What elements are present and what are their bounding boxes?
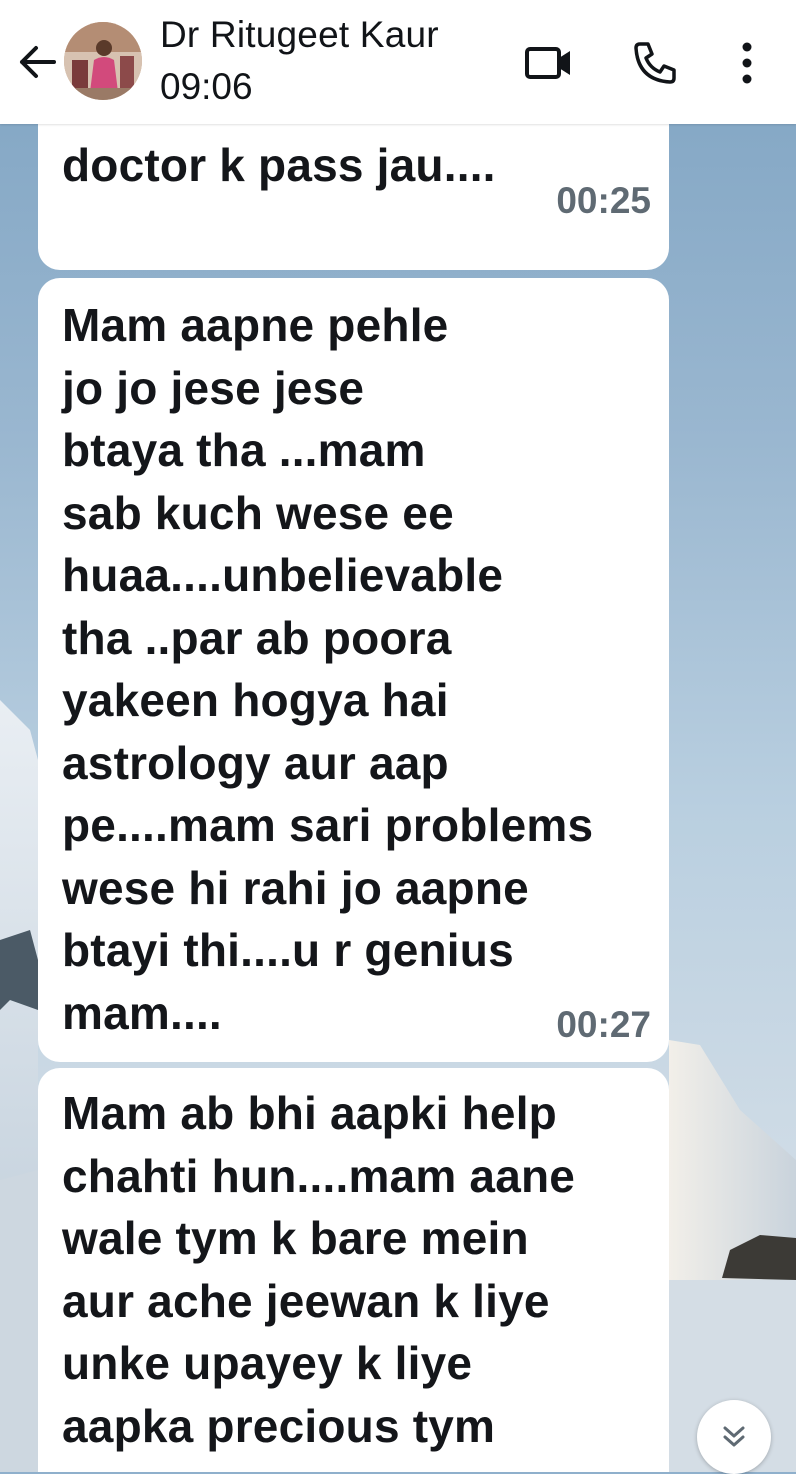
chevron-double-down-icon (723, 1426, 745, 1447)
more-vertical-icon (742, 42, 752, 84)
message-timestamp: 00:27 (556, 1004, 651, 1045)
arrow-left-icon (20, 46, 56, 78)
back-button[interactable] (14, 38, 62, 86)
message-text: Mam aapne pehle jo jo jese jese btaya th… (62, 299, 594, 1039)
video-camera-icon (525, 47, 570, 79)
message-text: Mam ab bhi aapki help chahti hun....mam … (62, 1087, 576, 1452)
contact-name[interactable]: Dr Ritugeet Kaur (160, 14, 439, 56)
last-seen-status: 09:06 (160, 66, 253, 107)
message-timestamp: 00:25 (556, 180, 651, 221)
message-list[interactable]: doctor k pass jau.... 00:25 Mam aapne pe… (0, 124, 796, 1472)
message-bubble[interactable]: Mam ab bhi aapki help chahti hun....mam … (38, 1068, 669, 1472)
message-text: doctor k pass jau.... (62, 139, 496, 191)
message-bubble[interactable]: doctor k pass jau.... 00:25 (38, 124, 669, 270)
voice-call-button[interactable] (630, 38, 680, 88)
message-bubble[interactable]: Mam aapne pehle jo jo jese jese btaya th… (38, 278, 669, 1062)
phone-icon (634, 42, 676, 84)
contact-avatar[interactable] (64, 22, 142, 100)
more-options-button[interactable] (722, 38, 772, 88)
chat-header: Dr Ritugeet Kaur 09:06 (0, 0, 796, 124)
video-call-button[interactable] (524, 38, 574, 88)
scroll-to-bottom-button[interactable] (697, 1400, 771, 1474)
